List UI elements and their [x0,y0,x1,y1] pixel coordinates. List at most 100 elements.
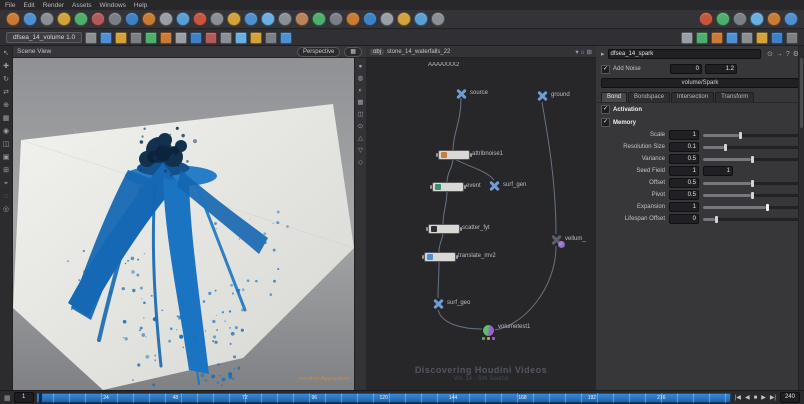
snap-grid-icon[interactable]: ▦ [3,115,10,123]
play-icon[interactable]: ▶ [760,394,767,401]
pose-tool-icon[interactable]: ⊕ [3,102,9,110]
menu-assets[interactable]: Assets [72,2,92,9]
jump-start-icon[interactable]: |◀ [734,394,742,401]
expansion-slider[interactable] [703,206,799,209]
scene-tab[interactable]: dfsea_14_volume 1.0 [6,32,82,43]
node-attribnoise[interactable]: attribnoise1 [438,150,470,160]
shelf-tool-icon[interactable] [767,12,781,26]
select-tool-icon[interactable]: ↖ [3,50,9,58]
resolution-size-input[interactable]: 0.1 [669,142,699,152]
shelf-tool-icon[interactable] [363,12,377,26]
node-vellum[interactable]: vellum_ [550,234,562,246]
shelf-tool-icon[interactable] [741,32,753,44]
grid-icon[interactable]: ⊞ [3,167,9,175]
shelf-tool-icon[interactable] [244,12,258,26]
shelf-tool-icon[interactable] [175,32,187,44]
shelf-tool-icon[interactable] [784,12,798,26]
pin-icon[interactable]: ⊙ [767,51,773,58]
lighting-icon[interactable]: ◐ [359,87,363,94]
toggle-memory[interactable]: ✓ Memory [596,116,804,129]
current-frame-field[interactable]: 1 [14,392,34,403]
pivot-input[interactable]: 0.5 [669,190,699,200]
shelf-tool-icon[interactable] [115,32,127,44]
shelf-tool-icon[interactable] [160,32,172,44]
pivot-slider[interactable] [703,194,799,197]
gem-display-icon[interactable]: ◇ [358,159,363,166]
shelf-tool-icon[interactable] [210,12,224,26]
translate-tool-icon[interactable]: ✚ [3,63,9,71]
current-frame-marker[interactable] [39,393,42,403]
shelf-tool-icon[interactable] [130,32,142,44]
shelf-tool-icon[interactable] [295,12,309,26]
node-scatter[interactable]: scatter_fyt [428,224,460,234]
jump-end-icon[interactable]: ▶| [769,394,777,401]
end-frame-field[interactable]: 240 [780,392,800,403]
menu-edit[interactable]: Edit [23,2,34,9]
viewport-options-button[interactable]: ▦ [344,47,362,57]
shelf-tool-icon[interactable] [193,12,207,26]
down-axis-icon[interactable]: ▽ [358,147,363,154]
param-scrollbar[interactable] [798,46,804,390]
playbar-menu-icon[interactable]: ▦ [4,394,11,402]
noise-min-input[interactable]: 0 [670,64,702,74]
shelf-tool-icon[interactable] [431,12,445,26]
shelf-tool-icon[interactable] [190,32,202,44]
stop-icon[interactable]: ■ [753,395,759,401]
shelf-tool-icon[interactable] [786,32,798,44]
offset-slider[interactable] [703,182,799,185]
node-translate[interactable]: translate_mv2 [424,252,456,262]
node-name-field[interactable]: dfsea_14_spark [608,49,761,59]
noise-checkbox[interactable]: ✓ [601,65,610,74]
tab-bondspace[interactable]: Bondspace [628,92,670,102]
shelf-tool-icon[interactable] [733,12,747,26]
checkbox-icon[interactable]: ✓ [601,105,610,114]
snap-icon[interactable]: ⊙ [358,123,363,130]
shelf-tool-icon[interactable] [142,12,156,26]
node-surf-gen[interactable]: surf_gen [488,180,500,192]
shelf-tool-icon[interactable] [726,32,738,44]
menu-help[interactable]: Help [134,2,147,9]
shelf-tool-icon[interactable] [750,12,764,26]
layout-icon[interactable]: ▣ [3,154,10,162]
scale-slider[interactable] [703,134,799,137]
shelf-tool-icon[interactable] [57,12,71,26]
scale-tool-icon[interactable]: ⇄ [3,89,9,97]
wireframe-mode-icon[interactable]: ◍ [358,75,364,82]
menu-file[interactable]: File [5,2,15,9]
shelf-tool-icon[interactable] [716,12,730,26]
grid-toggle-icon[interactable]: ▦ [357,99,363,106]
shelf-tool-icon[interactable] [40,12,54,26]
tab-transform[interactable]: Transform [715,92,754,102]
node-event[interactable]: event [432,182,464,192]
menu-windows[interactable]: Windows [100,2,126,9]
tab-intersection[interactable]: Intersection [671,92,714,102]
shelf-tool-icon[interactable] [145,32,157,44]
shelf-tool-icon[interactable] [696,32,708,44]
shelf-tool-icon[interactable] [699,12,713,26]
scale-input[interactable]: 1 [669,130,699,140]
shelf-tool-icon[interactable] [329,12,343,26]
shelf-tool-icon[interactable] [74,12,88,26]
shelf-tool-icon[interactable] [312,12,326,26]
shelf-tool-icon[interactable] [414,12,428,26]
shelf-tool-icon[interactable] [235,32,247,44]
shelf-tool-icon[interactable] [711,32,723,44]
network-editor-panel[interactable]: obj stone_14_waterfalls_22 ▾⌂⊞ AAAAXXX2 … [366,46,597,390]
pivot-icon[interactable]: ◎ [3,206,9,214]
rotate-tool-icon[interactable]: ↻ [3,76,9,84]
frame-ruler[interactable]: 24487296120144168192216 [37,393,731,403]
variance-slider[interactable] [703,158,799,161]
offset-input[interactable]: 0.5 [669,178,699,188]
shelf-tool-icon[interactable] [176,12,190,26]
shelf-tool-icon[interactable] [681,32,693,44]
expansion-input[interactable]: 1 [669,202,699,212]
shelf-tool-icon[interactable] [227,12,241,26]
step-back-icon[interactable]: ◀ [744,394,751,401]
lasso-icon[interactable]: ◌ [4,193,8,201]
shelf-tool-icon[interactable] [6,12,20,26]
shelf-tool-icon[interactable] [397,12,411,26]
viewport-canvas[interactable] [13,58,354,390]
toggle-activation[interactable]: ✓ Activation [596,103,804,116]
target-icon[interactable]: ⌖ [4,180,8,188]
noise-max-input[interactable]: 1.2 [705,64,737,74]
